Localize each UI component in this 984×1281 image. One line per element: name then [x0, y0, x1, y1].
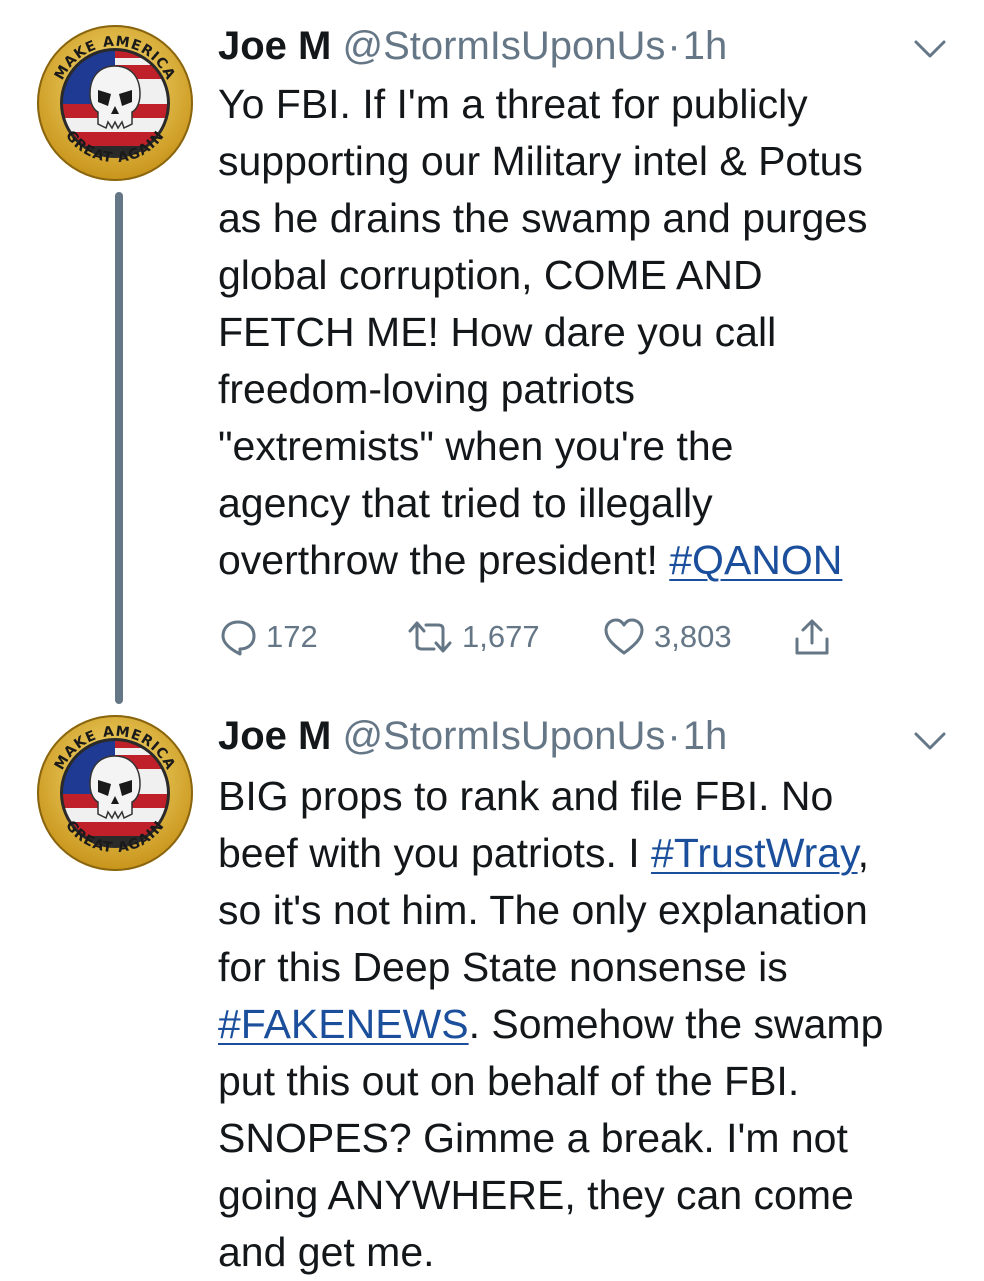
tweet-header: Joe M @StormIsUponUs·1h: [218, 22, 727, 70]
tweet-text-line: going ANYWHERE, they can come: [218, 1172, 854, 1218]
thread-connector-line: [115, 192, 123, 704]
tweet-text: Yo FBI. If I'm a threat for publicly sup…: [218, 76, 958, 589]
display-name[interactable]: Joe M: [218, 714, 331, 758]
tweet-text-line: BIG props to rank and file FBI. No: [218, 773, 834, 819]
avatar-skull-logo: MAKE AMERICA GREAT AGAIN: [37, 25, 193, 181]
like-count: 3,803: [654, 619, 732, 654]
reply-button[interactable]: 172: [218, 615, 318, 659]
tweet-text-fragment: ,: [857, 830, 869, 876]
tweet-text-line: "extremists" when you're the: [218, 423, 734, 469]
reply-icon: [221, 620, 256, 656]
separator-dot: ·: [667, 24, 681, 68]
tweet-text-fragment: . Somehow the swamp: [468, 1001, 884, 1047]
tweet-text-line: for this Deep State nonsense is: [218, 944, 788, 990]
reply-count: 172: [266, 619, 318, 654]
tweet-text-line: agency that tried to illegally: [218, 480, 713, 526]
tweet-text-fragment: beef with you patriots. I: [218, 830, 652, 876]
tweet-text-line: freedom-loving patriots: [218, 366, 636, 412]
tweet-text-line: Yo FBI. If I'm a threat for publicly: [218, 81, 808, 127]
tweet-text-line: FETCH ME! How dare you call: [218, 309, 777, 355]
retweet-icon: [408, 621, 452, 653]
timestamp[interactable]: 1h: [683, 714, 728, 758]
retweet-count: 1,677: [462, 619, 540, 654]
user-handle[interactable]: @StormIsUponUs: [342, 714, 665, 758]
tweet-actions: 172 1,677 3,803: [218, 615, 858, 659]
tweet-header: Joe M @StormIsUponUs·1h: [218, 712, 727, 760]
tweet-text: BIG props to rank and file FBI. No beef …: [218, 768, 958, 1281]
like-icon: [604, 618, 644, 655]
avatar[interactable]: MAKE AMERICA GREAT AGAIN: [36, 714, 194, 872]
display-name[interactable]: Joe M: [218, 24, 331, 68]
tweet-text-line: global corruption, COME AND: [218, 252, 763, 298]
hashtag-link-trustwray[interactable]: #TrustWray: [651, 830, 858, 876]
share-icon: [795, 619, 829, 655]
chevron-down-icon[interactable]: [912, 728, 948, 752]
like-button[interactable]: 3,803: [602, 615, 732, 659]
user-handle[interactable]: @StormIsUponUs: [342, 24, 665, 68]
hashtag-link-qanon[interactable]: #QANON: [669, 537, 842, 583]
retweet-button[interactable]: 1,677: [406, 615, 540, 659]
hashtag-link-fakenews[interactable]: #FAKENEWS: [218, 1001, 469, 1047]
timestamp[interactable]: 1h: [683, 24, 728, 68]
tweet-text-line: supporting our Military intel & Potus: [218, 138, 863, 184]
tweet-2[interactable]: MAKE AMERICA GREAT AGAIN Joe M @StormIsU…: [0, 700, 984, 1280]
tweet-text-line: SNOPES? Gimme a break. I'm not: [218, 1115, 848, 1161]
separator-dot: ·: [667, 714, 681, 758]
share-button[interactable]: [792, 615, 840, 659]
tweet-text-line: so it's not him. The only explanation: [218, 887, 868, 933]
tweet-1[interactable]: MAKE AMERICA GREAT AGAIN Joe M @StormIsU…: [0, 0, 984, 704]
tweet-text-fragment: overthrow the president!: [218, 537, 670, 583]
chevron-down-icon[interactable]: [912, 36, 948, 60]
avatar-skull-logo: MAKE AMERICA GREAT AGAIN: [37, 715, 193, 871]
tweet-text-line: put this out on behalf of the FBI.: [218, 1058, 800, 1104]
tweet-text-line: and get me.: [218, 1229, 435, 1275]
tweet-text-line: #FAKENEWS. Somehow the swamp: [218, 996, 958, 1053]
tweet-text-line: as he drains the swamp and purges: [218, 195, 868, 241]
tweet-text-line: overthrow the president! #QANON: [218, 532, 958, 589]
avatar[interactable]: MAKE AMERICA GREAT AGAIN: [36, 24, 194, 182]
tweet-text-line: beef with you patriots. I #TrustWray,: [218, 825, 958, 882]
